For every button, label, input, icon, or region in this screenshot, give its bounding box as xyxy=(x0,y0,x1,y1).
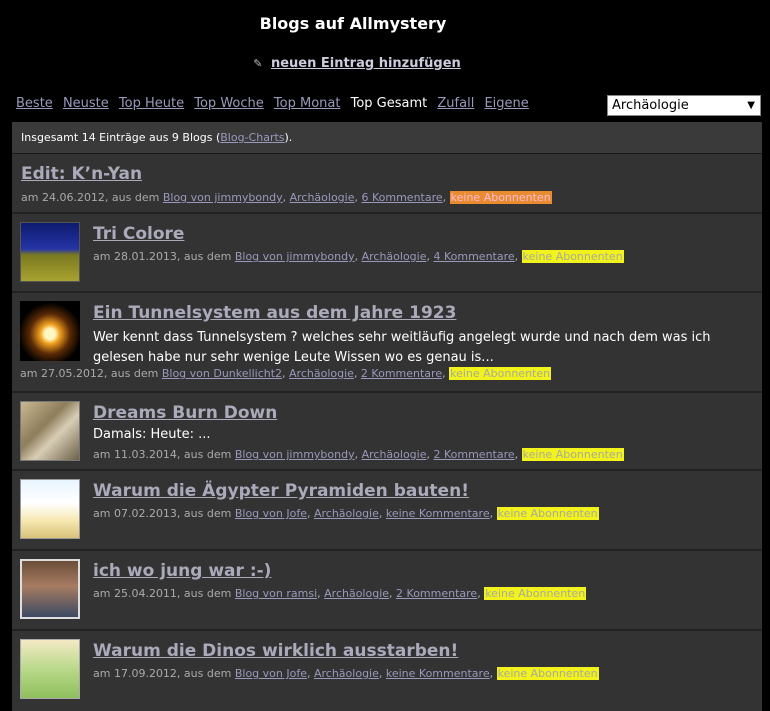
entry-comments-link[interactable]: 2 Kommentare xyxy=(396,587,477,600)
summary-suffix: ). xyxy=(284,131,293,144)
entry-excerpt: Damals: Heute: ... xyxy=(93,427,211,442)
entry-date: am 27.05.2012, aus dem xyxy=(20,367,159,380)
entry-date: am 28.01.2013, aus dem xyxy=(93,250,232,263)
subscriber-badge: keine Abonnenten xyxy=(496,507,599,520)
entry-date: am 07.02.2013, aus dem xyxy=(93,507,232,520)
add-entry-link[interactable]: neuen Eintrag hinzufügen xyxy=(271,56,461,71)
entry-meta: am 25.04.2011, aus dem Blog von ramsi, A… xyxy=(93,587,587,600)
nav-top-woche[interactable]: Top Woche xyxy=(194,96,264,111)
entry-meta: am 28.01.2013, aus dem Blog von jimmybon… xyxy=(93,250,624,263)
nav-zufall[interactable]: Zufall xyxy=(437,96,474,111)
entry-thumbnail[interactable] xyxy=(20,479,80,539)
blog-icon: ✎ xyxy=(253,57,263,70)
entry-blog-link[interactable]: Blog von jimmybondy xyxy=(163,191,283,204)
entry-category-link[interactable]: Archäologie xyxy=(289,367,354,380)
entry-meta: am 27.05.2012, aus dem Blog von Dunkelli… xyxy=(20,367,552,380)
nav-beste[interactable]: Beste xyxy=(16,96,53,111)
entry-category-link[interactable]: Archäologie xyxy=(314,667,379,680)
entry-title[interactable]: Edit: K’n-Yan xyxy=(21,164,142,184)
entry-title[interactable]: Dreams Burn Down xyxy=(93,403,277,423)
subscriber-badge: keine Abonnenten xyxy=(521,448,624,461)
nav-neuste[interactable]: Neuste xyxy=(63,96,109,111)
list-item: Dreams Burn Down Damals: Heute: ... am 1… xyxy=(12,393,762,471)
sort-nav: Beste Neuste Top Heute Top Woche Top Mon… xyxy=(16,96,535,111)
entry-date: am 11.03.2014, aus dem xyxy=(93,448,232,461)
summary-bar: Insgesamt 14 Einträge aus 9 Blogs (Blog-… xyxy=(12,122,762,154)
entry-title[interactable]: Warum die Dinos wirklich ausstarben! xyxy=(93,641,458,661)
add-entry: ✎ neuen Eintrag hinzufügen xyxy=(0,56,714,71)
entry-blog-link[interactable]: Blog von ramsi xyxy=(235,587,317,600)
entry-blog-link[interactable]: Blog von Jofe xyxy=(235,667,307,680)
subscriber-badge: keine Abonnenten xyxy=(449,367,552,380)
entry-comments-link[interactable]: 2 Kommentare xyxy=(361,367,442,380)
summary-text: Insgesamt 14 Einträge aus 9 Blogs ( xyxy=(21,131,221,144)
entry-blog-link[interactable]: Blog von jimmybondy xyxy=(235,250,355,263)
entry-meta: am 17.09.2012, aus dem Blog von Jofe, Ar… xyxy=(93,667,599,680)
entry-title[interactable]: ich wo jung war :-) xyxy=(93,561,271,581)
subscriber-badge: keine Abonnenten xyxy=(484,587,587,600)
page-title: Blogs auf Allmystery xyxy=(259,14,447,33)
entry-thumbnail[interactable] xyxy=(20,301,80,361)
entry-date: am 25.04.2011, aus dem xyxy=(93,587,232,600)
category-select-value: Archäologie xyxy=(612,98,689,113)
entry-date: am 24.06.2012, aus dem xyxy=(21,191,160,204)
chevron-down-icon: ▼ xyxy=(747,100,755,111)
nav-eigene[interactable]: Eigene xyxy=(484,96,528,111)
list-item: Edit: K’n-Yan am 24.06.2012, aus dem Blo… xyxy=(12,154,762,214)
nav-top-heute[interactable]: Top Heute xyxy=(119,96,184,111)
entry-category-link[interactable]: Archäologie xyxy=(362,448,427,461)
entry-blog-link[interactable]: Blog von Jofe xyxy=(235,507,307,520)
entry-excerpt: Wer kennt dass Tunnelsystem ? welches se… xyxy=(93,330,711,365)
entry-thumbnail[interactable] xyxy=(20,639,80,699)
entry-thumbnail[interactable] xyxy=(20,222,80,282)
entry-thumbnail[interactable] xyxy=(20,401,80,461)
list-item: ich wo jung war :-) am 25.04.2011, aus d… xyxy=(12,551,762,631)
list-item: Tri Colore am 28.01.2013, aus dem Blog v… xyxy=(12,214,762,293)
subscriber-badge: keine Abonnenten xyxy=(449,191,552,204)
blog-charts-link[interactable]: Blog-Charts xyxy=(220,131,284,144)
entry-comments-link[interactable]: keine Kommentare xyxy=(386,667,490,680)
nav-top-monat[interactable]: Top Monat xyxy=(274,96,341,111)
entry-comments-link[interactable]: 4 Kommentare xyxy=(433,250,514,263)
entry-title[interactable]: Ein Tunnelsystem aus dem Jahre 1923 xyxy=(93,303,456,323)
entry-blog-link[interactable]: Blog von Dunkellicht2 xyxy=(162,367,282,380)
entry-comments-link[interactable]: keine Kommentare xyxy=(386,507,490,520)
entry-thumbnail[interactable] xyxy=(20,559,80,619)
list-item: Warum die Dinos wirklich ausstarben! am … xyxy=(12,631,762,711)
entry-category-link[interactable]: Archäologie xyxy=(314,507,379,520)
entry-title[interactable]: Warum die Ägypter Pyramiden bauten! xyxy=(93,481,469,501)
entry-meta: am 24.06.2012, aus dem Blog von jimmybon… xyxy=(21,191,552,204)
entry-comments-link[interactable]: 6 Kommentare xyxy=(361,191,442,204)
list-item: Warum die Ägypter Pyramiden bauten! am 0… xyxy=(12,471,762,551)
entry-meta: am 11.03.2014, aus dem Blog von jimmybon… xyxy=(93,448,624,461)
entry-category-link[interactable]: Archäologie xyxy=(290,191,355,204)
nav-top-gesamt: Top Gesamt xyxy=(350,96,428,111)
entry-blog-link[interactable]: Blog von jimmybondy xyxy=(235,448,355,461)
entry-category-link[interactable]: Archäologie xyxy=(362,250,427,263)
category-select[interactable]: Archäologie ▼ xyxy=(607,95,761,116)
entry-comments-link[interactable]: 2 Kommentare xyxy=(433,448,514,461)
subscriber-badge: keine Abonnenten xyxy=(496,667,599,680)
entry-meta: am 07.02.2013, aus dem Blog von Jofe, Ar… xyxy=(93,507,599,520)
entry-title[interactable]: Tri Colore xyxy=(93,224,184,244)
entry-category-link[interactable]: Archäologie xyxy=(324,587,389,600)
entry-list: Insgesamt 14 Einträge aus 9 Blogs (Blog-… xyxy=(12,122,762,711)
subscriber-badge: keine Abonnenten xyxy=(521,250,624,263)
list-item: Ein Tunnelsystem aus dem Jahre 1923 Wer … xyxy=(12,293,762,393)
entry-date: am 17.09.2012, aus dem xyxy=(93,667,232,680)
